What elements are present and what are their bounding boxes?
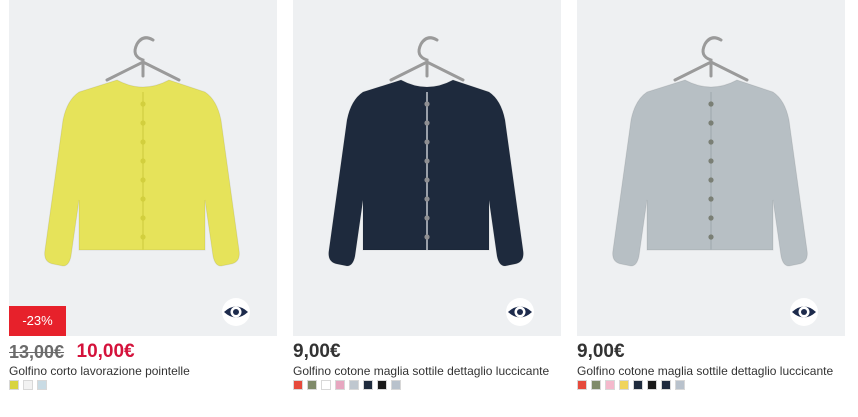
garment-button bbox=[424, 177, 430, 183]
color-swatch[interactable] bbox=[321, 380, 331, 390]
color-swatch[interactable] bbox=[647, 380, 657, 390]
price-row: 9,00€ bbox=[293, 341, 341, 365]
product-grid: -23% 13,00€ 10,00€ Golfino corto lavoraz… bbox=[0, 0, 858, 417]
garment-button bbox=[424, 158, 430, 164]
hanger-icon bbox=[389, 36, 465, 82]
garment-button bbox=[140, 177, 146, 183]
garment-button bbox=[140, 120, 146, 126]
garment-button bbox=[424, 234, 430, 240]
color-swatch[interactable] bbox=[9, 380, 19, 390]
hanger-icon bbox=[105, 36, 181, 82]
price: 9,00€ bbox=[577, 341, 625, 362]
color-swatch[interactable] bbox=[577, 380, 587, 390]
garment-button bbox=[708, 215, 714, 221]
color-swatches bbox=[293, 380, 405, 391]
eye-icon bbox=[222, 298, 250, 326]
price-row: 13,00€ 10,00€ bbox=[9, 341, 135, 365]
color-swatch[interactable] bbox=[633, 380, 643, 390]
color-swatch[interactable] bbox=[349, 380, 359, 390]
garment-button bbox=[140, 158, 146, 164]
garment-button bbox=[708, 234, 714, 240]
garment-button bbox=[708, 177, 714, 183]
garment-button bbox=[140, 101, 146, 107]
garment-button bbox=[424, 196, 430, 202]
product-image[interactable] bbox=[9, 0, 277, 336]
product-card[interactable]: -23% 13,00€ 10,00€ Golfino corto lavoraz… bbox=[9, 0, 281, 417]
garment-button bbox=[708, 139, 714, 145]
color-swatch[interactable] bbox=[307, 380, 317, 390]
color-swatch[interactable] bbox=[591, 380, 601, 390]
product-image[interactable] bbox=[577, 0, 845, 336]
hanger-icon bbox=[673, 36, 749, 82]
discount-badge: -23% bbox=[9, 306, 66, 336]
price-row: 9,00€ bbox=[577, 341, 625, 365]
color-swatches bbox=[9, 380, 51, 391]
garment-button bbox=[140, 196, 146, 202]
color-swatch[interactable] bbox=[293, 380, 303, 390]
product-card[interactable]: 9,00€ Golfino cotone maglia sottile dett… bbox=[577, 0, 849, 417]
quick-view-button[interactable] bbox=[789, 297, 819, 327]
color-swatch[interactable] bbox=[363, 380, 373, 390]
color-swatch[interactable] bbox=[391, 380, 401, 390]
cardigan-image bbox=[328, 36, 524, 267]
garment-button bbox=[424, 215, 430, 221]
cardigan-image bbox=[44, 36, 240, 267]
product-title[interactable]: Golfino cotone maglia sottile dettaglio … bbox=[293, 364, 549, 378]
garment-button bbox=[140, 215, 146, 221]
quick-view-button[interactable] bbox=[221, 297, 251, 327]
color-swatch[interactable] bbox=[675, 380, 685, 390]
product-title[interactable]: Golfino corto lavorazione pointelle bbox=[9, 364, 190, 378]
color-swatch[interactable] bbox=[605, 380, 615, 390]
garment-button bbox=[424, 139, 430, 145]
color-swatch[interactable] bbox=[23, 380, 33, 390]
sale-price: 10,00€ bbox=[76, 341, 135, 362]
eye-icon bbox=[790, 298, 818, 326]
color-swatches bbox=[577, 380, 689, 391]
garment-button bbox=[140, 139, 146, 145]
eye-icon bbox=[506, 298, 534, 326]
product-card[interactable]: 9,00€ Golfino cotone maglia sottile dett… bbox=[293, 0, 565, 417]
quick-view-button[interactable] bbox=[505, 297, 535, 327]
color-swatch[interactable] bbox=[661, 380, 671, 390]
garment-button bbox=[708, 196, 714, 202]
old-price: 13,00€ bbox=[9, 341, 65, 362]
color-swatch[interactable] bbox=[377, 380, 387, 390]
color-swatch[interactable] bbox=[37, 380, 47, 390]
garment-button bbox=[424, 101, 430, 107]
cardigan-image bbox=[612, 36, 808, 267]
garment-button bbox=[708, 120, 714, 126]
price: 9,00€ bbox=[293, 341, 341, 362]
color-swatch[interactable] bbox=[335, 380, 345, 390]
product-image[interactable] bbox=[293, 0, 561, 336]
product-title[interactable]: Golfino cotone maglia sottile dettaglio … bbox=[577, 364, 833, 378]
garment-button bbox=[140, 234, 146, 240]
garment-button bbox=[708, 101, 714, 107]
garment-button bbox=[708, 158, 714, 164]
garment-button bbox=[424, 120, 430, 126]
color-swatch[interactable] bbox=[619, 380, 629, 390]
